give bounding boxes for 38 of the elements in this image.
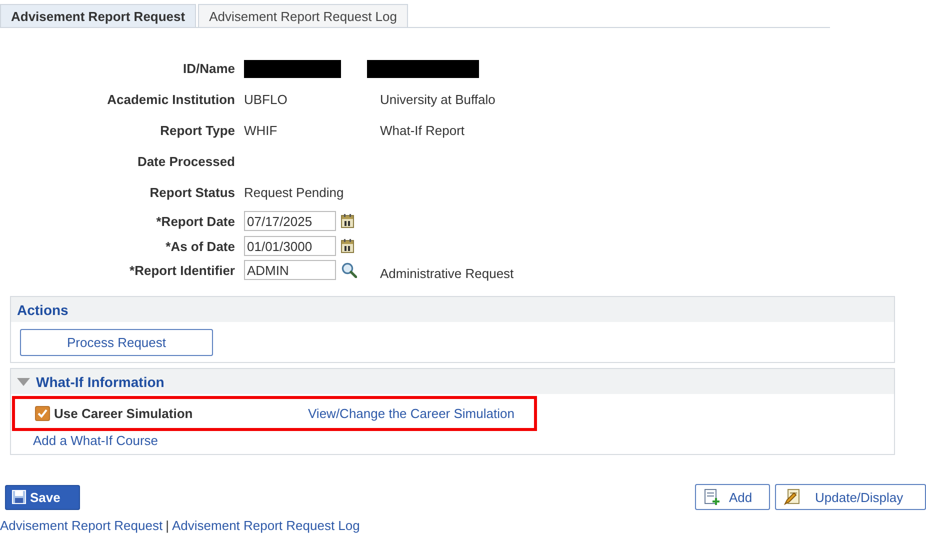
document-pencil-icon (784, 489, 801, 505)
update-button[interactable]: Update/Display (775, 484, 926, 510)
checkbox-label: Use Career Simulation (54, 406, 194, 421)
save-button[interactable]: Save (5, 484, 80, 510)
date-field[interactable]: 01/01/3000 (244, 236, 336, 256)
calendar-icon[interactable] (341, 239, 354, 253)
checkbox[interactable] (35, 406, 50, 421)
date-field[interactable]: 07/17/2025 (244, 211, 336, 231)
field-value: UBFLO (244, 92, 288, 107)
field-label: Report Status (148, 185, 236, 200)
section-title: Actions (17, 302, 68, 318)
link[interactable]: View/Change the Career Simulation (308, 406, 514, 421)
link[interactable]: Advisement Report Request Log (172, 518, 360, 533)
input-field[interactable]: ADMIN (244, 260, 336, 280)
process-request-button[interactable]: Process Request (20, 329, 213, 356)
tab[interactable]: Advisement Report Request (0, 4, 196, 27)
document-plus-icon (704, 489, 721, 505)
field-description: University at Buffalo (380, 92, 496, 107)
field-label: ID/Name (182, 61, 236, 76)
tab[interactable]: Advisement Report Request Log (198, 4, 408, 27)
link[interactable]: Advisement Report Request (0, 518, 163, 533)
field-value: WHIF (244, 123, 278, 138)
field-description: Administrative Request (380, 265, 515, 281)
field-value: Request Pending (244, 185, 344, 200)
separator: | (166, 518, 169, 533)
add-button[interactable]: Add (695, 484, 770, 510)
field-label: Report Type (159, 123, 236, 138)
collapse-triangle-icon[interactable] (17, 378, 30, 386)
search-icon[interactable] (341, 262, 357, 278)
field-label: *Report Date (155, 214, 236, 228)
field-description: What-If Report (380, 123, 466, 138)
calendar-icon[interactable] (341, 214, 354, 228)
link[interactable]: Add a What-If Course (33, 433, 158, 448)
field-label: Academic Institution (106, 92, 236, 107)
field-label: *As of Date (164, 238, 236, 254)
field-label: *Report Identifier (128, 262, 236, 278)
section-title[interactable]: What-If Information (36, 374, 164, 390)
field-label: Date Processed (136, 154, 236, 169)
